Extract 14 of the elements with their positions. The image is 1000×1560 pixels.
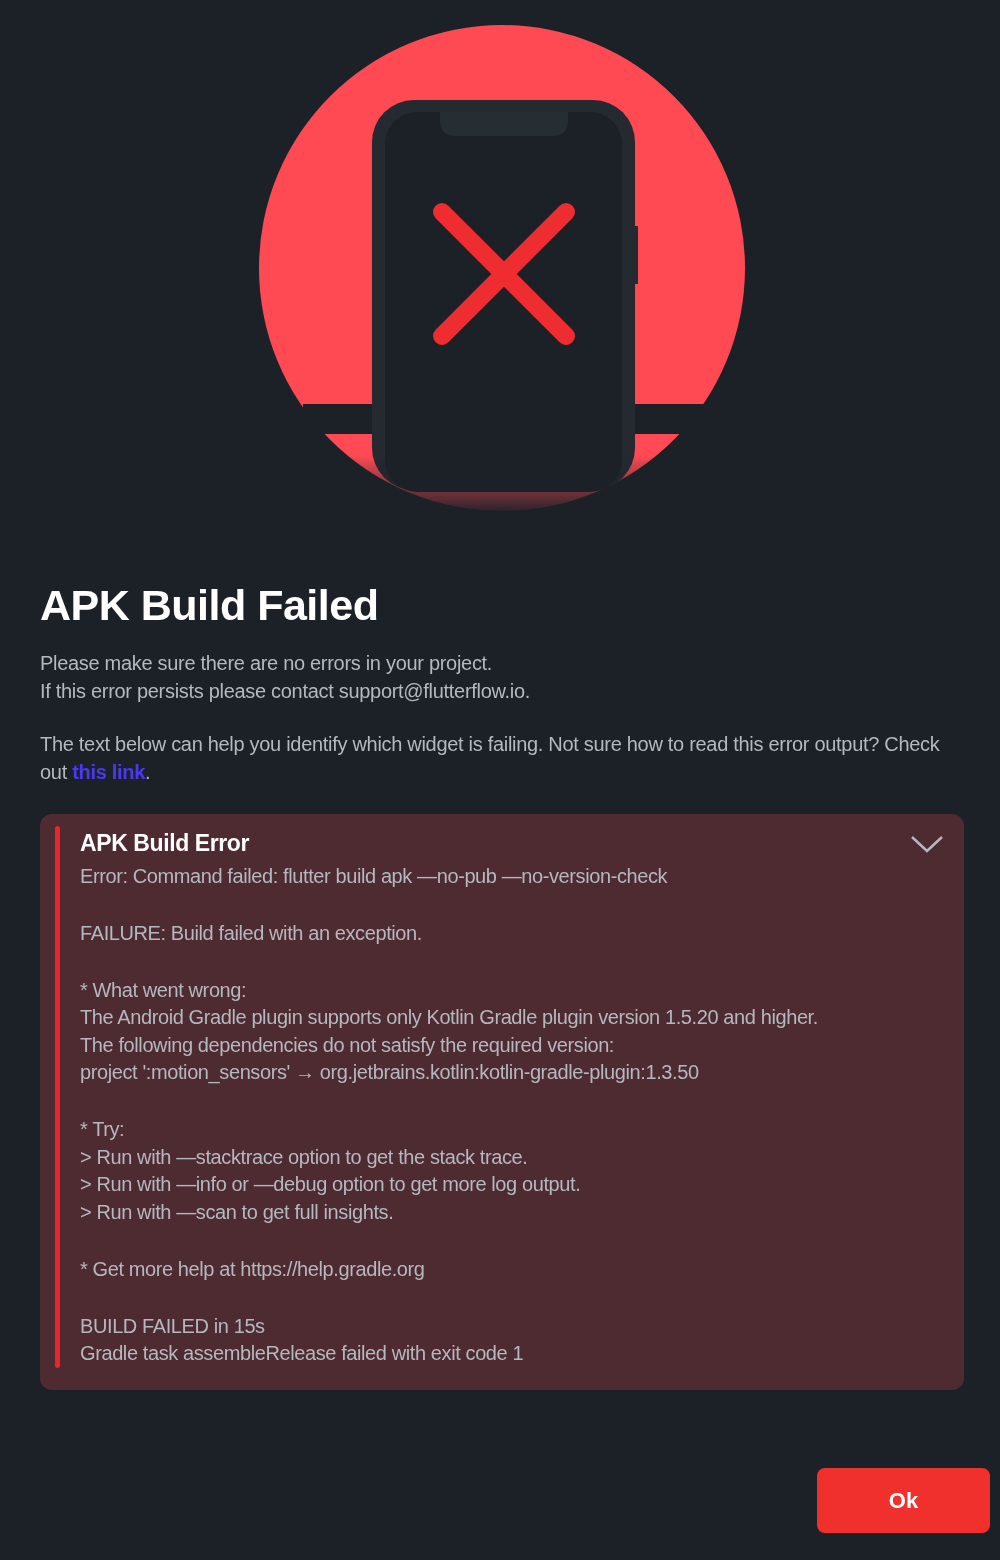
log-text: Error: Command failed: flutter build apk —no-pub —no-version-check <box>80 863 669 889</box>
message-text: If this error persists please contact support@flutterflow.io. <box>40 679 531 705</box>
ok-button[interactable]: Ok <box>817 1467 990 1533</box>
log-text: * What went wrong: The Android Gradle plugin supports only Kotlin Gradle plugin version 1.5.20 and higher. The following dependencies do not satisfy the required version: project ':motion_sensors' → org.jetbrains.kotlin:kotlin-gradle-plugin:1.3.50 <box>80 977 819 1086</box>
message-text: Please make sure there are no errors in your project. <box>40 651 494 677</box>
log-text: FAILURE: Build failed with an exception. <box>80 920 423 946</box>
error-panel-title: APK Build Error <box>80 829 250 859</box>
log-text: BUILD FAILED in 15s Gradle task assembleRelease failed with exit code 1 <box>80 1313 525 1367</box>
help-link[interactable]: this link <box>72 761 146 784</box>
help-text: The text below can help you identify which widget is failing. Not sure how to read this error output? Check out this link. <box>40 732 940 786</box>
chevron-icon[interactable] <box>910 834 944 855</box>
log-text: * Get more help at https://help.gradle.org <box>80 1256 426 1282</box>
dialog-title: APK Build Failed <box>40 582 380 630</box>
log-text: * Try: > Run with —stacktrace option to get the stack trace. > Run with —info or —debug option to get more log output. > Run with —scan to get full insights. <box>80 1117 582 1225</box>
